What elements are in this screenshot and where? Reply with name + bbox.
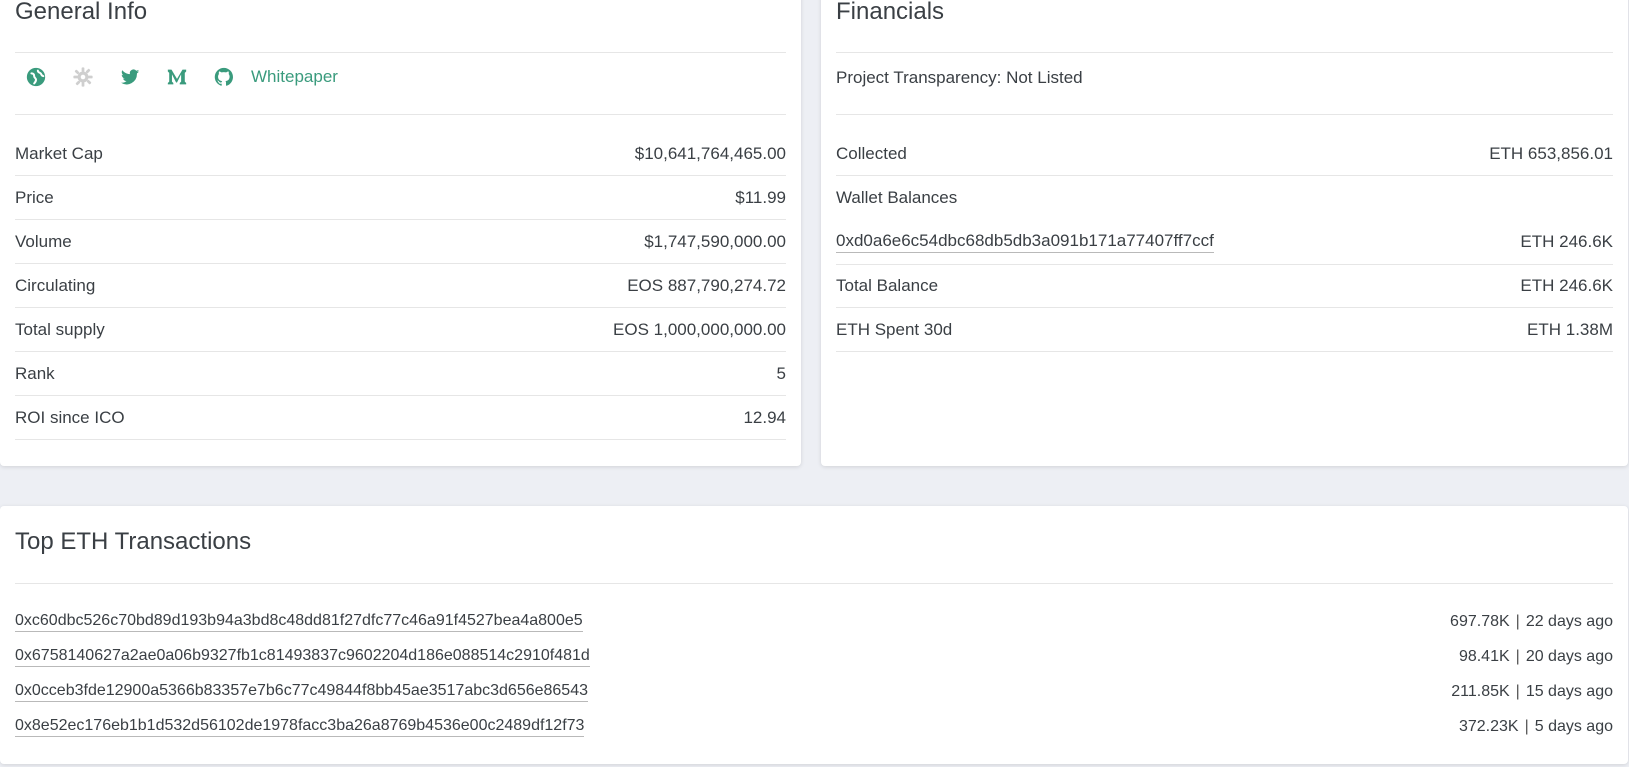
separator: | [1515, 682, 1520, 700]
general-stats-list: Market Cap $10,641,764,465.00 Price $11.… [15, 132, 786, 440]
eth-spent-label: ETH Spent 30d [836, 319, 953, 339]
stat-row-price: Price $11.99 [15, 176, 786, 220]
gear-icon[interactable] [71, 65, 95, 89]
stat-value: $11.99 [735, 187, 786, 207]
stat-value: 12.94 [743, 407, 786, 427]
total-balance-row: Total Balance ETH 246.6K [836, 264, 1613, 308]
collected-value: ETH 653,856.01 [1489, 143, 1613, 163]
transaction-amount: 372.23K [1458, 717, 1519, 735]
transaction-meta: 697.78K | 22 days ago [1450, 613, 1613, 631]
transaction-row: 0x6758140627a2ae0a06b9327fb1c81493837c96… [15, 639, 1613, 674]
stat-row-circulating: Circulating EOS 887,790,274.72 [15, 264, 786, 308]
eth-spent-row: ETH Spent 30d ETH 1.38M [836, 308, 1613, 352]
total-balance-value: ETH 246.6K [1520, 276, 1613, 295]
general-info-card: General Info Whitepaper Market Cap $10,6… [0, 0, 801, 466]
transaction-row: 0xc60dbc526c70bd89d193b94a3bd8c48dd81f27… [15, 604, 1613, 639]
financials-list: Collected ETH 653,856.01 Wallet Balances… [836, 132, 1613, 352]
collected-row: Collected ETH 653,856.01 [836, 132, 1613, 176]
total-balance-label: Total Balance [836, 276, 939, 295]
stat-row-market-cap: Market Cap $10,641,764,465.00 [15, 132, 786, 176]
financials-title: Financials [836, 0, 945, 25]
stat-value: $10,641,764,465.00 [634, 143, 786, 163]
collected-label: Collected [836, 143, 907, 163]
whitepaper-link[interactable]: Whitepaper [251, 67, 338, 87]
transaction-hash-link[interactable]: 0x8e52ec176eb1b1d532d56102de1978facc3ba2… [15, 717, 585, 737]
eth-spent-value: ETH 1.38M [1527, 319, 1613, 339]
globe-icon[interactable] [24, 65, 48, 89]
transactions-list: 0xc60dbc526c70bd89d193b94a3bd8c48dd81f27… [15, 604, 1613, 744]
separator: | [1524, 717, 1529, 735]
stat-label: Market Cap [15, 143, 103, 163]
stat-value: EOS 1,000,000,000.00 [613, 319, 786, 339]
divider [15, 114, 786, 115]
stat-label: ROI since ICO [15, 407, 125, 427]
twitter-icon[interactable] [118, 65, 142, 89]
financials-card: Financials Project Transparency: Not Lis… [821, 0, 1628, 466]
transaction-meta: 372.23K | 5 days ago [1459, 718, 1613, 736]
top-transactions-title: Top ETH Transactions [15, 528, 252, 555]
stat-value: 5 [776, 363, 786, 383]
separator: | [1515, 612, 1520, 630]
transaction-meta: 98.41K | 20 days ago [1459, 648, 1613, 666]
top-transactions-card: Top ETH Transactions 0xc60dbc526c70bd89d… [0, 506, 1628, 764]
divider [15, 583, 1613, 584]
transaction-meta: 211.85K | 15 days ago [1451, 683, 1613, 701]
stat-row-total-supply: Total supply EOS 1,000,000,000.00 [15, 308, 786, 352]
transaction-age: 22 days ago [1525, 612, 1613, 630]
stat-label: Circulating [15, 275, 96, 295]
stat-value: $1,747,590,000.00 [644, 231, 786, 251]
wallet-row: 0xd0a6e6c54dbc68db5db3a091b171a77407ff7c… [836, 220, 1613, 264]
stat-label: Total supply [15, 319, 105, 339]
divider [836, 114, 1613, 115]
transaction-hash-link[interactable]: 0x6758140627a2ae0a06b9327fb1c81493837c96… [15, 647, 590, 667]
stat-row-rank: Rank 5 [15, 352, 786, 396]
stat-label: Volume [15, 231, 72, 251]
divider [15, 52, 786, 53]
wallet-balances-row: Wallet Balances [836, 176, 1613, 220]
transaction-row: 0x8e52ec176eb1b1d532d56102de1978facc3ba2… [15, 709, 1613, 744]
stat-row-volume: Volume $1,747,590,000.00 [15, 220, 786, 264]
wallet-value: ETH 246.6K [1520, 232, 1613, 251]
stat-label: Rank [15, 363, 55, 383]
transaction-hash-link[interactable]: 0xc60dbc526c70bd89d193b94a3bd8c48dd81f27… [15, 612, 583, 632]
transaction-amount: 697.78K [1450, 612, 1510, 630]
separator: | [1515, 647, 1520, 665]
stat-label: Price [15, 187, 54, 207]
stat-row-roi: ROI since ICO 12.94 [15, 396, 786, 440]
transaction-amount: 98.41K [1458, 647, 1510, 665]
general-info-title: General Info [15, 0, 148, 25]
transaction-age: 5 days ago [1534, 717, 1613, 735]
project-transparency: Project Transparency: Not Listed [836, 68, 1083, 87]
medium-icon[interactable] [165, 65, 189, 89]
wallet-address-link[interactable]: 0xd0a6e6c54dbc68db5db3a091b171a77407ff7c… [836, 231, 1214, 253]
wallet-balances-label: Wallet Balances [836, 188, 958, 207]
transaction-hash-link[interactable]: 0x0cceb3fde12900a5366b83357e7b6c77c49844… [15, 682, 588, 702]
transaction-age: 20 days ago [1525, 647, 1613, 665]
transaction-amount: 211.85K [1451, 682, 1510, 700]
transaction-age: 15 days ago [1525, 682, 1613, 700]
github-icon[interactable] [212, 65, 236, 89]
project-links: Whitepaper [24, 62, 338, 92]
divider [836, 52, 1613, 53]
transaction-row: 0x0cceb3fde12900a5366b83357e7b6c77c49844… [15, 674, 1613, 709]
stat-value: EOS 887,790,274.72 [627, 275, 786, 295]
